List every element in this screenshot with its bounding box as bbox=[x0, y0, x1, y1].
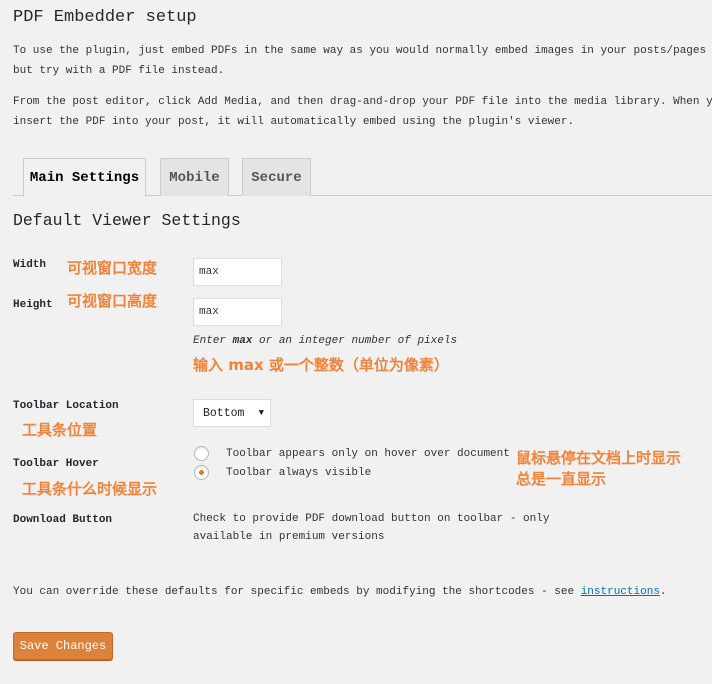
hover-option-annotation: 鼠标悬停在文档上时显示 bbox=[516, 449, 682, 467]
hint-text: Enter bbox=[193, 335, 233, 347]
height-input[interactable] bbox=[193, 298, 282, 326]
footer-note: You can override these defaults for spec… bbox=[13, 586, 667, 598]
dropdown-arrow-icon: ▼ bbox=[258, 408, 264, 418]
width-label: Width bbox=[13, 259, 47, 271]
section-title: Default Viewer Settings bbox=[13, 211, 241, 230]
width-annotation: 可视窗口宽度 bbox=[67, 259, 158, 277]
hint-bold: max bbox=[232, 335, 253, 347]
tab-secure[interactable]: Secure bbox=[242, 158, 311, 196]
save-changes-button[interactable]: Save Changes bbox=[13, 632, 113, 660]
always-option-annotation: 总是一直显示 bbox=[516, 470, 607, 488]
download-desc: available in premium versions bbox=[193, 531, 385, 543]
hint-annotation: 输入 max 或一个整数（单位为像素） bbox=[193, 356, 449, 374]
radio-hover-only[interactable] bbox=[194, 446, 209, 461]
height-annotation: 可视窗口高度 bbox=[67, 292, 158, 310]
toolbar-hover-label: Toolbar Hover bbox=[13, 458, 99, 470]
footer-text: You can override these defaults for spec… bbox=[13, 586, 581, 598]
hint-text: or an integer number of pixels bbox=[252, 335, 458, 347]
intro-text: To use the plugin, just embed PDFs in th… bbox=[13, 45, 712, 57]
tab-main-settings[interactable]: Main Settings bbox=[23, 158, 146, 197]
toolbar-hover-annotation: 工具条什么时候显示 bbox=[22, 480, 158, 498]
toolbar-location-label: Toolbar Location bbox=[13, 400, 119, 412]
intro-text: From the post editor, click Add Media, a… bbox=[13, 96, 712, 108]
radio-label[interactable]: Toolbar appears only on hover over docum… bbox=[226, 448, 510, 460]
radio-label[interactable]: Toolbar always visible bbox=[226, 467, 371, 479]
download-desc: Check to provide PDF download button on … bbox=[193, 513, 550, 525]
size-hint: Enter max or an integer number of pixels bbox=[193, 335, 457, 347]
width-input[interactable] bbox=[193, 258, 282, 286]
download-button-label: Download Button bbox=[13, 514, 113, 526]
instructions-link[interactable]: instructions bbox=[581, 586, 660, 598]
tab-mobile[interactable]: Mobile bbox=[160, 158, 229, 196]
page-title: PDF Embedder setup bbox=[13, 8, 197, 27]
intro-text: insert the PDF into your post, it will a… bbox=[13, 116, 575, 128]
toolbar-location-select[interactable]: Bottom ▼ bbox=[193, 399, 271, 427]
footer-end: . bbox=[659, 586, 667, 598]
intro-text: but try with a PDF file instead. bbox=[13, 65, 225, 77]
select-value: Bottom bbox=[203, 406, 245, 420]
toolbar-location-annotation: 工具条位置 bbox=[22, 421, 98, 439]
radio-always-visible[interactable] bbox=[194, 465, 209, 480]
height-label: Height bbox=[13, 299, 53, 311]
